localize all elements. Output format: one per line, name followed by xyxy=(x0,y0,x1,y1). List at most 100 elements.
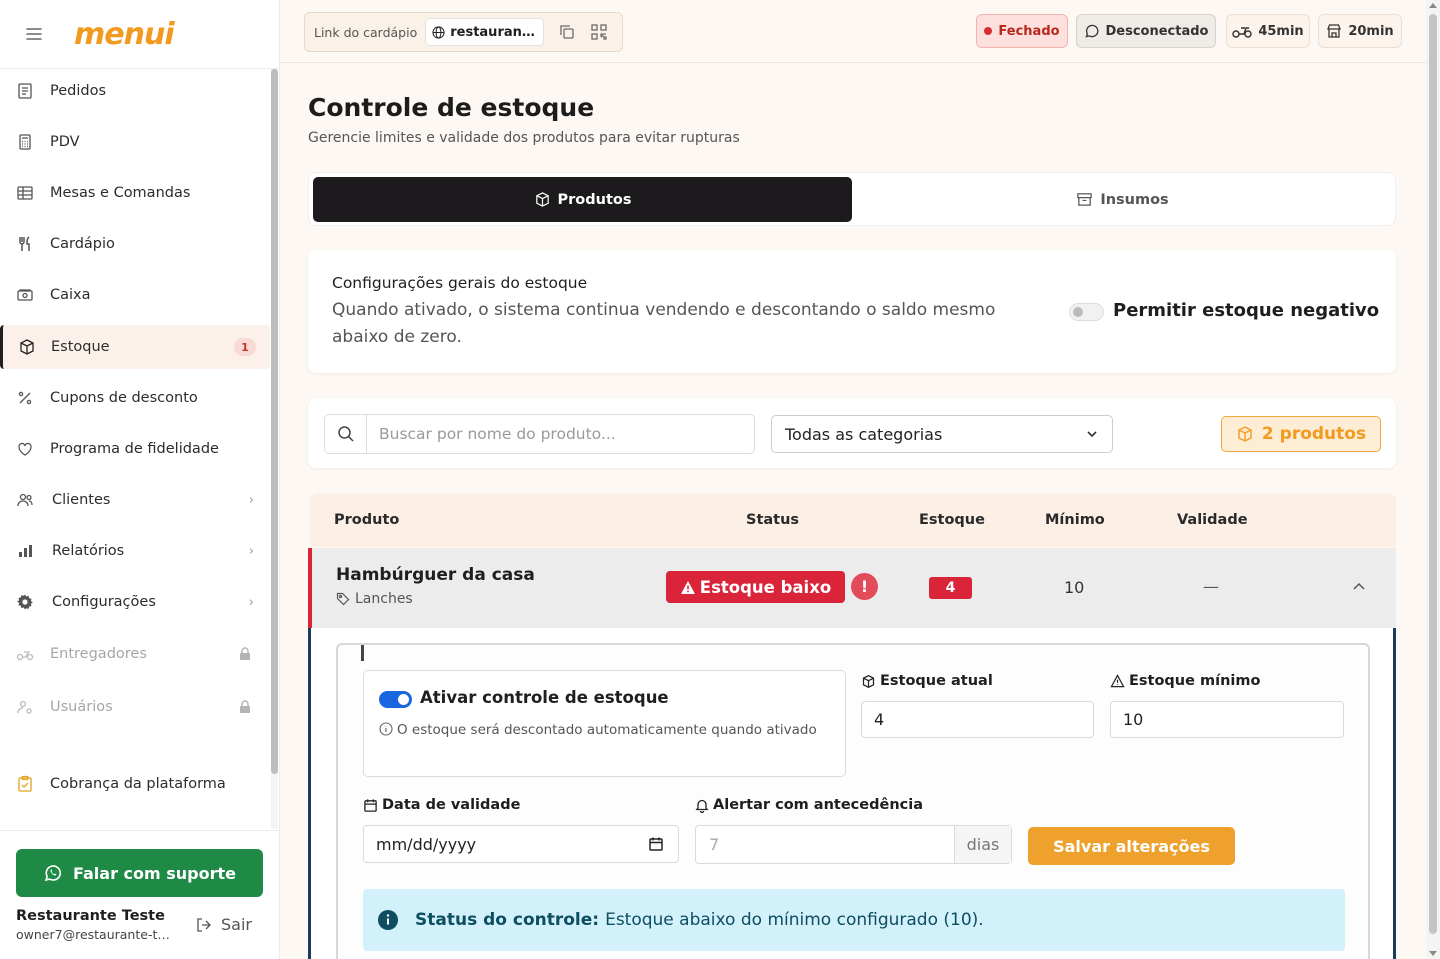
sidebar-item-estoque[interactable]: Estoque 1 xyxy=(0,325,270,369)
page-scrollbar[interactable] xyxy=(1426,0,1440,959)
info-icon xyxy=(377,909,399,931)
receipt-icon xyxy=(16,82,34,100)
search-input[interactable] xyxy=(367,415,753,453)
store-icon xyxy=(1326,23,1342,39)
app-logo[interactable]: menui xyxy=(74,17,175,52)
page-scrollbar-thumb[interactable] xyxy=(1429,14,1437,934)
alert-days-input[interactable] xyxy=(696,826,954,863)
product-count-badge: 2 produtos xyxy=(1221,416,1381,452)
sidebar-item-label: Clientes xyxy=(52,492,111,508)
sidebar-scrollbar[interactable] xyxy=(271,69,278,829)
whatsapp-icon xyxy=(43,863,63,883)
stock-control-toggle[interactable] xyxy=(379,691,412,708)
days-suffix: dias xyxy=(954,826,1011,863)
chevron-right-icon: › xyxy=(248,594,254,610)
store-status-closed[interactable]: Fechado xyxy=(976,14,1068,48)
delivery-time-label: 45min xyxy=(1258,23,1304,39)
sidebar-item-entregadores[interactable]: Entregadores xyxy=(0,632,270,676)
current-stock-input[interactable] xyxy=(861,701,1094,738)
sidebar-item-pdv[interactable]: PDV xyxy=(0,120,270,164)
current-stock-label-text: Estoque atual xyxy=(880,673,993,689)
logout-icon xyxy=(195,916,213,934)
qr-code-icon[interactable] xyxy=(590,23,608,41)
support-button[interactable]: Falar com suporte xyxy=(16,849,263,897)
sidebar-item-label: Programa de fidelidade xyxy=(50,441,219,457)
copy-icon[interactable] xyxy=(558,23,576,41)
control-status-text: Estoque abaixo do mínimo configurado (10… xyxy=(605,910,984,930)
logout-button[interactable]: Sair xyxy=(195,915,252,934)
scroll-up-arrow[interactable] xyxy=(1429,3,1437,8)
calendar-icon[interactable] xyxy=(648,836,664,852)
menu-link-url[interactable]: restaurante-teste xyxy=(425,18,545,46)
sidebar-item-clientes[interactable]: Clientes › xyxy=(0,478,270,522)
whatsapp-icon xyxy=(1084,23,1100,39)
product-count-label: 2 produtos xyxy=(1261,424,1367,444)
sidebar-item-pedidos[interactable]: Pedidos xyxy=(0,69,270,113)
menu-link-label: Link do cardápio xyxy=(314,24,418,40)
stock-value-badge: 4 xyxy=(929,577,972,599)
sidebar-item-label: Caixa xyxy=(50,287,91,303)
search-box xyxy=(324,414,755,454)
pickup-time-label: 20min xyxy=(1348,23,1394,39)
save-button[interactable]: Salvar alterações xyxy=(1028,827,1235,865)
sidebar-scrollbar-thumb[interactable] xyxy=(271,69,278,774)
stock-tabs: Produtos Insumos xyxy=(308,172,1396,226)
min-stock-input[interactable] xyxy=(1110,701,1344,738)
sidebar-item-usuarios[interactable]: Usuários xyxy=(0,685,270,729)
sidebar-header: menui xyxy=(0,0,279,69)
sidebar-item-fidelidade[interactable]: Programa de fidelidade xyxy=(0,427,270,471)
sidebar: menui Pedidos PDV Mesas e Comandas Cardá… xyxy=(0,0,280,959)
user-cog-icon xyxy=(16,698,34,716)
chevron-up-icon[interactable] xyxy=(1350,578,1368,596)
sidebar-item-configuracoes[interactable]: Configurações › xyxy=(0,580,270,624)
column-header-status: Status xyxy=(746,512,800,528)
search-icon[interactable] xyxy=(325,415,367,453)
column-header-estoque: Estoque xyxy=(919,512,985,528)
whatsapp-status[interactable]: Desconectado xyxy=(1076,14,1216,48)
motorcycle-icon xyxy=(16,645,34,663)
utensils-icon xyxy=(16,235,34,253)
top-bar: Link do cardápio restaurante-teste Fecha… xyxy=(280,0,1426,63)
sidebar-item-mesas[interactable]: Mesas e Comandas xyxy=(0,171,270,215)
alert-indicator[interactable]: ! xyxy=(851,573,878,600)
pickup-time[interactable]: 20min xyxy=(1318,14,1402,48)
negative-stock-toggle[interactable] xyxy=(1069,303,1104,321)
category-select-value: Todas as categorias xyxy=(785,424,943,444)
status-dot xyxy=(984,27,993,35)
expiry-date-placeholder: mm/dd/yyyy xyxy=(376,834,477,854)
product-category: Lanches xyxy=(336,591,413,607)
expiry-date-label: Data de validade xyxy=(363,797,520,813)
store-status-label: Fechado xyxy=(998,23,1060,39)
alert-advance-label: Alertar com antecedência xyxy=(695,797,923,813)
delivery-time[interactable]: 45min xyxy=(1226,14,1310,48)
tab-produtos[interactable]: Produtos xyxy=(313,177,852,222)
scroll-down-arrow[interactable] xyxy=(1429,951,1437,956)
tab-insumos[interactable]: Insumos xyxy=(852,177,1393,222)
current-stock-label: Estoque atual xyxy=(861,673,993,689)
status-badge: Estoque baixo xyxy=(666,571,845,603)
heart-icon xyxy=(16,440,34,458)
alert-advance-label-text: Alertar com antecedência xyxy=(713,797,923,813)
alert-days-group: dias xyxy=(695,825,1012,864)
box-icon xyxy=(18,338,36,356)
sidebar-item-relatorios[interactable]: Relatórios › xyxy=(0,529,270,573)
expiry-date-input[interactable]: mm/dd/yyyy xyxy=(363,825,679,863)
sidebar-item-caixa[interactable]: Caixa xyxy=(0,273,270,317)
stock-control-box: Ativar controle de estoque O estoque ser… xyxy=(363,670,846,777)
motorcycle-icon xyxy=(1232,23,1253,39)
table-row[interactable]: Hambúrguer da casa Lanches Estoque baixo… xyxy=(308,548,1396,628)
archive-icon xyxy=(1076,191,1093,208)
sidebar-item-cupons[interactable]: Cupons de desconto xyxy=(0,376,270,420)
warning-icon xyxy=(1110,674,1125,688)
control-status-label: Status do controle: xyxy=(415,910,600,930)
sidebar-item-cobranca[interactable]: Cobrança da plataforma xyxy=(0,762,270,806)
product-name: Hambúrguer da casa xyxy=(336,565,535,585)
category-select[interactable]: Todas as categorias xyxy=(771,415,1113,453)
calculator-icon xyxy=(16,133,34,151)
sidebar-item-label: Usuários xyxy=(50,699,113,715)
sidebar-item-cardapio[interactable]: Cardápio xyxy=(0,222,270,266)
warning-icon xyxy=(680,580,696,595)
sidebar-item-label: Cobrança da plataforma xyxy=(50,776,226,792)
sidebar-item-label: Cupons de desconto xyxy=(50,390,198,406)
hamburger-menu-icon[interactable] xyxy=(26,27,46,41)
